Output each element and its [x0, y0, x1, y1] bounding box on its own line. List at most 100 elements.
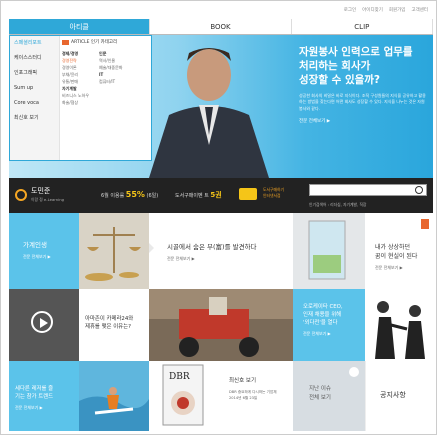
- tile-amazon-article[interactable]: 아마존이 카메라24와 제휴를 맺은 이유는?: [79, 289, 149, 361]
- book-event: 도서구매이벤 트 5권: [175, 190, 222, 200]
- tile-video[interactable]: [9, 289, 79, 361]
- menu-item-case-study[interactable]: 케이스스터디: [10, 51, 59, 66]
- tile-rural-article[interactable]: 시골에서 숨은 부(富)를 발견하다 전문 전체보기 ▶: [149, 213, 293, 289]
- hero-title: 자원봉사 인력으로 업무를 처리하는 회사가 성장할 수 있을까?: [299, 46, 413, 86]
- page: 로그인 아이디찾기 회원가입 고객센터 아티클 BOOK CLIP 자원봉사 인…: [0, 0, 437, 435]
- book-purchase-link[interactable]: 도서구매하기 인터넷서점: [263, 187, 284, 199]
- tile-motorbike-photo[interactable]: [149, 289, 293, 361]
- subcategory-link[interactable]: 역사/인물: [99, 57, 122, 64]
- tile-title: 시골에서 숨은 부(富)를 발견하다: [167, 243, 257, 251]
- tab-book[interactable]: BOOK: [150, 19, 292, 34]
- delivery-bike-photo: [149, 289, 293, 361]
- subcategory-link[interactable]: 경영이론: [62, 64, 89, 71]
- dropdown-column-1: 경제/경영 경영전략 경영이론 부채/윤리 유통/판매 자기계발 비즈니스 노하…: [62, 50, 89, 106]
- tab-article[interactable]: 아티클: [9, 19, 151, 34]
- subcategory-link[interactable]: 경영전략: [62, 57, 89, 64]
- popular-keywords[interactable]: 인기검색어 : 리더십, 자기계발, 직장: [309, 202, 366, 208]
- subcategory-heading: 경제/경영: [62, 51, 79, 56]
- dropdown-subcategories: ARTICLE 인기 카테고리 경제/경영 경영전략 경영이론 부채/윤리 유통…: [62, 39, 152, 106]
- tile-notice[interactable]: 공지사항: [365, 361, 433, 431]
- dbr-magazine-cover: DBR: [162, 364, 204, 426]
- tile-surfer-photo[interactable]: [79, 361, 149, 431]
- usage-rate-suffix: (6일): [146, 193, 159, 199]
- hero-body: 성공한 회사의 비밀은 바로 지식이다. 조직 구성원들의 지식을 공유하고 활…: [299, 93, 426, 111]
- tile-more-link[interactable]: 전문 전체보기 ▶: [23, 254, 51, 260]
- signup-link[interactable]: 회원가입: [389, 7, 406, 13]
- book-event-label: 도서구매이벤 트: [175, 193, 209, 199]
- tile-date: 2014년 6월 23일: [229, 396, 258, 400]
- book-cover-photo: [293, 213, 365, 289]
- subcategory-heading: 자기계발: [62, 86, 77, 91]
- subcategory-heading: IT: [99, 72, 104, 77]
- tile-more-link[interactable]: 전문 전체보기 ▶: [303, 331, 343, 337]
- utility-links: 로그인 아이디찾기 회원가입 고객센터: [344, 7, 428, 13]
- menu-item-core-voca[interactable]: Core voca: [10, 96, 59, 111]
- dropdown-category-list: 스페셜리포트 케이스스터디 인포그래픽 Sum up Core voca 최신호…: [10, 36, 60, 160]
- search-input[interactable]: [309, 184, 427, 196]
- subcategory-link[interactable]: 예술/대중문화: [99, 64, 122, 71]
- tile-latest-issue[interactable]: 최신호 보기 DBR 중요하게 다시하는 기업체 2014년 6월 23일: [221, 361, 293, 431]
- tile-dream-article[interactable]: 내가 상상하던 꿈이 현실이 된다 전문 전체보기 ▶: [365, 213, 433, 289]
- tile-ceo-article[interactable]: 오로케이타 CEO, 인재 채용을 위해 '외다전'을 열다 전문 전체보기 ▶: [293, 289, 365, 361]
- tile-title: 아마존이 카메라24와 제휴를 맺은 이유는?: [85, 316, 134, 330]
- article-dropdown-menu: 스페셜리포트 케이스스터디 인포그래픽 Sum up Core voca 최신호…: [9, 35, 152, 161]
- usage-rate-value: 55%: [125, 190, 145, 199]
- chevron-down-icon[interactable]: [349, 367, 359, 377]
- dropdown-column-2: 인문 역사/인물 예술/대중문화 IT 컴퓨터/IT: [99, 50, 122, 106]
- main-tabs: 아티클 BOOK CLIP: [9, 19, 433, 35]
- subcategory-link[interactable]: 컴퓨터/IT: [99, 78, 122, 85]
- user-subtitle: 이랑 정 e-Learning: [31, 197, 65, 202]
- subcategory-link[interactable]: 화술/협상: [62, 99, 89, 106]
- subcategory-link[interactable]: 유통/판매: [62, 78, 89, 85]
- svg-text:DBR: DBR: [169, 372, 190, 382]
- user-name: 도민준: [31, 187, 51, 195]
- tab-clip[interactable]: CLIP: [291, 19, 433, 34]
- tile-more-link[interactable]: 전문 전체보기 ▶: [15, 405, 53, 411]
- dropdown-header-label: ARTICLE 인기 카테고리: [71, 40, 118, 45]
- tile-title: 오로케이타 CEO, 인재 채용을 위해 '외다전'을 열다: [303, 304, 343, 326]
- article-badge-icon: [62, 39, 69, 45]
- tile-subline: DBR 중요하게 다시하는 기업체: [229, 390, 277, 394]
- support-link[interactable]: 고객센터: [411, 7, 428, 13]
- hero-copy: 자원봉사 인력으로 업무를 처리하는 회사가 성장할 수 있을까? 성공한 회사…: [299, 45, 427, 124]
- subcategory-link[interactable]: 비즈니스 노하우: [62, 92, 89, 99]
- tile-title: 세다른 레저를 즐 기는 참가 트렌드: [15, 386, 54, 400]
- business-handshake-photo: [365, 289, 433, 361]
- tile-leisure-article[interactable]: 세다른 레저를 즐 기는 참가 트렌드 전문 전체보기 ▶: [9, 361, 79, 431]
- tile-more-link[interactable]: 전문 전체보기 ▶: [167, 256, 257, 262]
- businessman-photo: [149, 48, 269, 178]
- menu-item-infographic[interactable]: 인포그래픽: [10, 66, 59, 81]
- coin-icon: [239, 188, 257, 200]
- bookmark-icon: [421, 219, 429, 229]
- dropdown-header: ARTICLE 인기 카테고리: [62, 39, 152, 45]
- notice-label: 공지사항: [380, 391, 406, 399]
- tile-title: 최신호 보기: [229, 378, 257, 384]
- usage-rate-label: 6월 이용률: [101, 193, 125, 199]
- subcategory-heading: 인문: [99, 51, 107, 56]
- find-id-link[interactable]: 아이디찾기: [362, 7, 383, 13]
- tile-handshake-photo[interactable]: [365, 289, 433, 361]
- user-ring-icon: [15, 189, 27, 201]
- book-event-value: 5권: [210, 191, 222, 199]
- menu-item-latest-issue[interactable]: 최신호 보기: [10, 111, 59, 126]
- tile-title: 가계인생: [23, 241, 47, 249]
- tile-title: 지난 이슈 전체 보기: [309, 386, 331, 401]
- tile-life-article[interactable]: 가계인생 전문 전체보기 ▶: [9, 213, 79, 289]
- usage-rate: 6월 이용률 55% (6일): [101, 190, 158, 199]
- tile-more-link[interactable]: 전문 전체보기 ▶: [375, 265, 417, 271]
- surfer-photo: [79, 361, 149, 431]
- menu-item-special-report[interactable]: 스페셜리포트: [10, 36, 59, 51]
- search-icon[interactable]: [415, 186, 423, 194]
- login-link[interactable]: 로그인: [344, 7, 356, 13]
- menu-item-sum-up[interactable]: Sum up: [10, 81, 59, 96]
- tile-past-issues[interactable]: 지난 이슈 전체 보기: [293, 361, 365, 431]
- hero-more-link[interactable]: 전문 전체보기 ▶: [299, 118, 427, 124]
- tile-title: 내가 상상하던 꿈이 현실이 된다: [375, 244, 418, 260]
- scale-coins-photo: [79, 213, 149, 289]
- tile-scale-photo[interactable]: [79, 213, 149, 289]
- play-icon[interactable]: [31, 311, 53, 333]
- tile-book-cover[interactable]: [293, 213, 365, 289]
- subcategory-link[interactable]: 부채/윤리: [62, 71, 89, 78]
- tile-dbr-magazine[interactable]: DBR: [149, 361, 221, 431]
- user-status-bar: 도민준 이랑 정 e-Learning 6월 이용률 55% (6일) 도서구매…: [9, 178, 433, 213]
